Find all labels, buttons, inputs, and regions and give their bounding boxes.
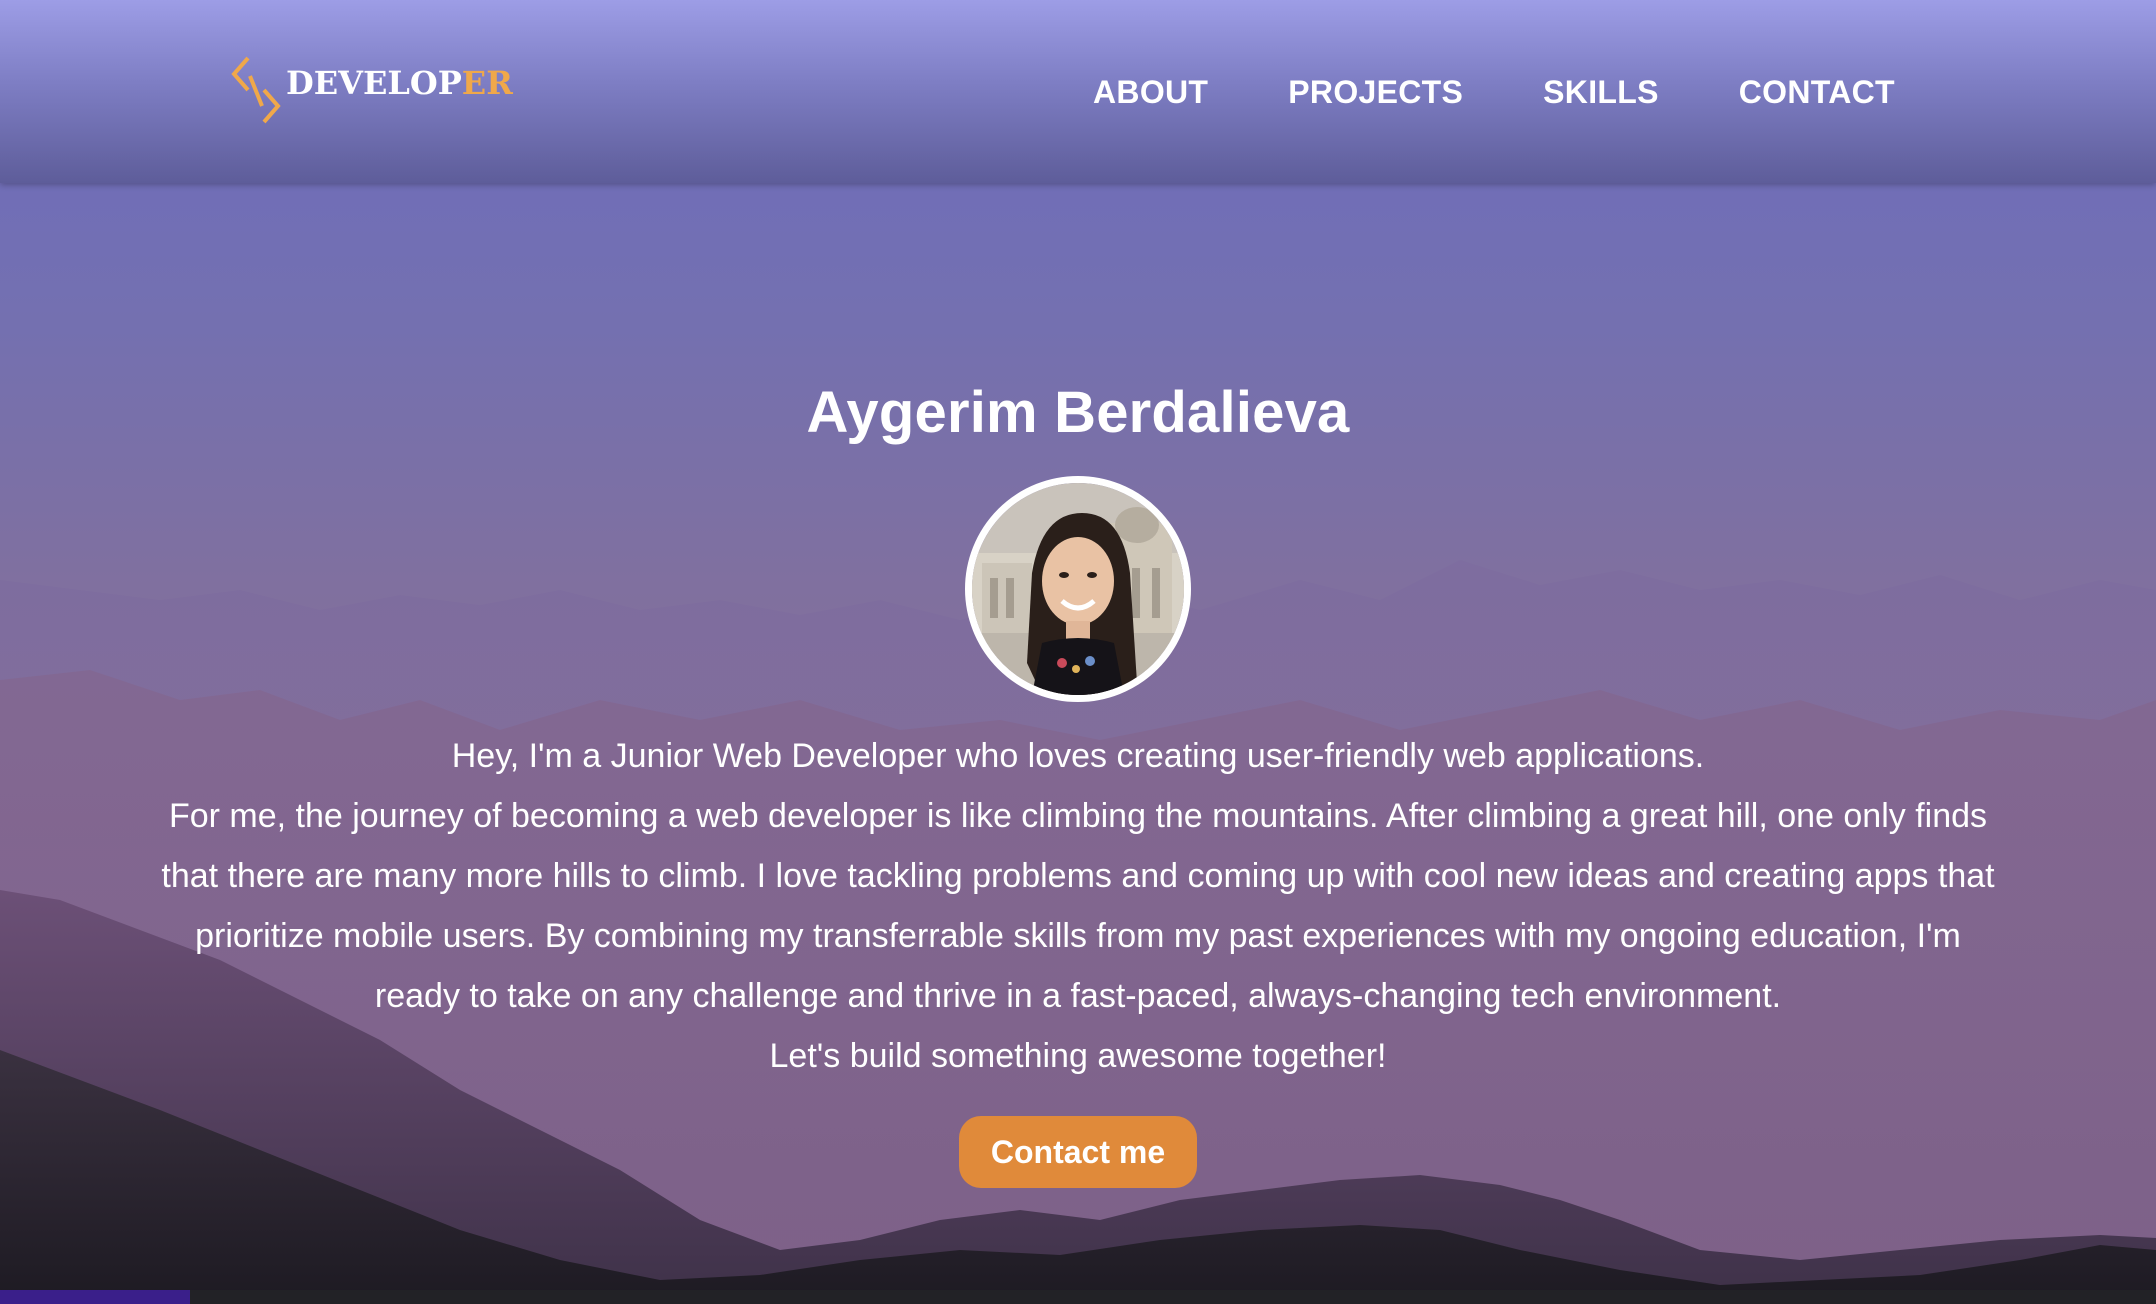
profile-avatar xyxy=(965,476,1191,702)
hero-section: Aygerim Berdalieva Hey, I'm a Junior Web… xyxy=(0,370,2156,1188)
logo-text-accent: ER xyxy=(461,64,513,102)
nav-link-about[interactable]: ABOUT xyxy=(1093,74,1208,111)
intro-line-3: Let's build something awesome together! xyxy=(769,1037,1387,1075)
intro-text: Hey, I'm a Junior Web Developer who love… xyxy=(148,726,2008,1086)
hero-name: Aygerim Berdalieva xyxy=(806,380,1350,445)
bottom-edge-segment xyxy=(0,1290,190,1304)
logo-text-main: DEVELOP xyxy=(286,64,462,102)
contact-me-button[interactable]: Contact me xyxy=(958,1116,1198,1188)
intro-line-1: Hey, I'm a Junior Web Developer who love… xyxy=(451,737,1705,775)
profile-photo xyxy=(972,483,1184,695)
bottom-edge-bar xyxy=(0,1290,2156,1304)
code-brackets-icon xyxy=(231,56,281,124)
top-nav-bar: DEVELOPER ABOUT PROJECTS SKILLS CONTACT xyxy=(0,0,2156,183)
main-nav: ABOUT PROJECTS SKILLS CONTACT xyxy=(1093,74,1895,111)
page: DEVELOPER ABOUT PROJECTS SKILLS CONTACT … xyxy=(0,0,2156,1304)
logo-text: DEVELOPER xyxy=(286,64,513,102)
intro-paragraph: For me, the journey of becoming a web de… xyxy=(161,797,1995,1015)
nav-link-projects[interactable]: PROJECTS xyxy=(1288,74,1463,111)
site-logo[interactable]: DEVELOPER xyxy=(226,54,513,124)
nav-link-contact[interactable]: CONTACT xyxy=(1739,74,1895,111)
nav-link-skills[interactable]: SKILLS xyxy=(1543,74,1659,111)
